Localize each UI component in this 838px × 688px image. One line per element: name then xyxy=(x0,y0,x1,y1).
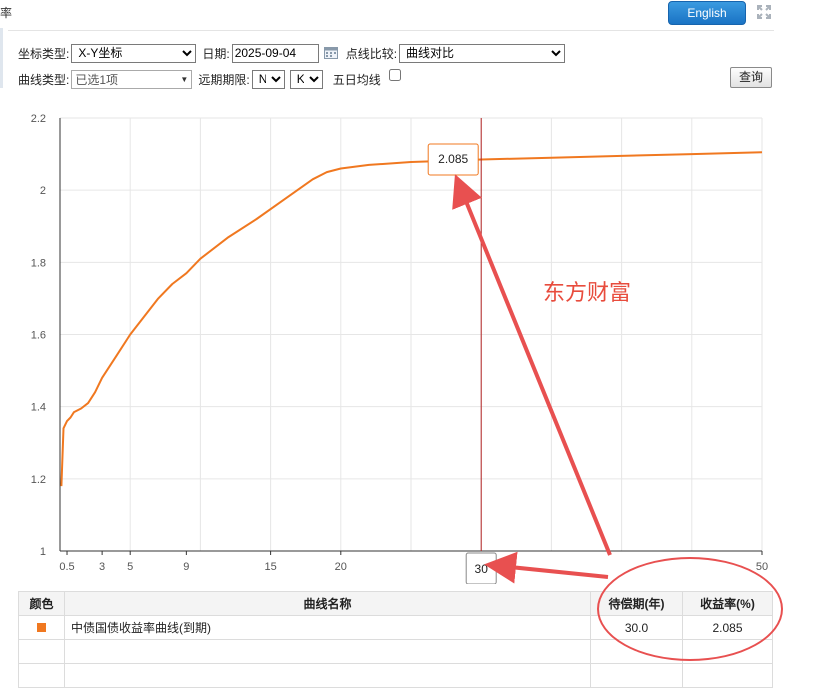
watermark-text: 东方财富 xyxy=(543,281,631,306)
y-tick-label: 1.8 xyxy=(31,257,46,269)
query-button[interactable]: 查询 xyxy=(730,67,772,88)
calendar-icon[interactable] xyxy=(323,47,338,59)
forward-n-select[interactable]: N xyxy=(251,69,285,89)
compare-select[interactable]: 曲线对比 xyxy=(399,43,566,63)
y-tick-label: 2 xyxy=(40,185,46,197)
empty-cell xyxy=(18,663,65,688)
y-tick-label: 1.6 xyxy=(31,330,46,342)
color-cell xyxy=(18,615,65,640)
col-name-header: 曲线名称 xyxy=(64,591,591,616)
page-title-fragment: 率 xyxy=(0,6,13,20)
table-row-empty xyxy=(18,663,773,688)
y-tick-label: 1 xyxy=(40,546,46,558)
yield-curve-series[interactable] xyxy=(60,151,763,487)
coord-type-label: 坐标类型: xyxy=(18,46,70,61)
empty-cell xyxy=(64,663,591,688)
ma5-checkbox[interactable] xyxy=(388,69,401,81)
dropdown-arrow-icon: ▼ xyxy=(180,74,189,84)
ma5-label: 五日均线 xyxy=(332,72,381,87)
x-tick-label: 0.5 xyxy=(59,561,74,573)
x-tick-label: 9 xyxy=(183,561,189,573)
coord-type-select[interactable]: X-Y坐标 xyxy=(71,43,197,63)
empty-cell xyxy=(18,639,65,664)
highlight-ellipse xyxy=(597,557,783,661)
curve-type-value: 已选1项 xyxy=(75,72,119,87)
date-input[interactable] xyxy=(231,43,319,63)
fullscreen-icon[interactable] xyxy=(756,4,772,20)
y-tick-label: 1.4 xyxy=(31,402,46,414)
series-swatch xyxy=(37,622,46,632)
tooltip-value: 2.085 xyxy=(438,152,468,166)
left-panel-edge xyxy=(0,28,3,88)
curve-type-label: 曲线类型: xyxy=(18,72,70,87)
header-divider xyxy=(8,30,774,31)
date-label: 日期: xyxy=(202,46,230,61)
x-tick-label: 5 xyxy=(127,561,133,573)
forward-term-label: 远期期限: xyxy=(198,72,250,87)
empty-cell xyxy=(590,663,683,688)
yield-curve-chart[interactable]: 1 1.2 1.4 1.6 1.8 2 2.2 0.5 3 5 9 15 20 50 2.085 30 东方财富 xyxy=(0,104,775,585)
english-button[interactable]: English xyxy=(668,1,746,25)
x-tick-label: 50 xyxy=(756,561,768,573)
empty-cell xyxy=(682,663,773,688)
y-tick-label: 2.2 xyxy=(31,113,46,125)
chart-svg: 1 1.2 1.4 1.6 1.8 2 2.2 0.5 3 5 9 15 20 50 2.085 30 东方财富 xyxy=(31,113,768,585)
forward-k-select[interactable]: K xyxy=(289,69,323,89)
x-tick-label: 20 xyxy=(335,561,347,573)
y-tick-label: 1.2 xyxy=(31,474,46,486)
x-marker-value: 30 xyxy=(475,562,489,576)
curve-type-multiselect[interactable]: 已选1项 ▼ xyxy=(71,69,193,89)
form-row-1: 坐标类型: X-Y坐标 日期: 点线比较: 曲线对比 xyxy=(18,43,566,63)
x-tick-label: 15 xyxy=(264,561,276,573)
col-color-header: 颜色 xyxy=(18,591,65,616)
form-row-2: 曲线类型: 已选1项 ▼ 远期期限: N K 五日均线 xyxy=(18,69,401,89)
compare-label: 点线比较: xyxy=(345,46,398,61)
empty-cell xyxy=(64,639,591,664)
x-tick-label: 3 xyxy=(99,561,105,573)
curve-name-cell: 中债国债收益率曲线(到期) xyxy=(64,615,591,640)
